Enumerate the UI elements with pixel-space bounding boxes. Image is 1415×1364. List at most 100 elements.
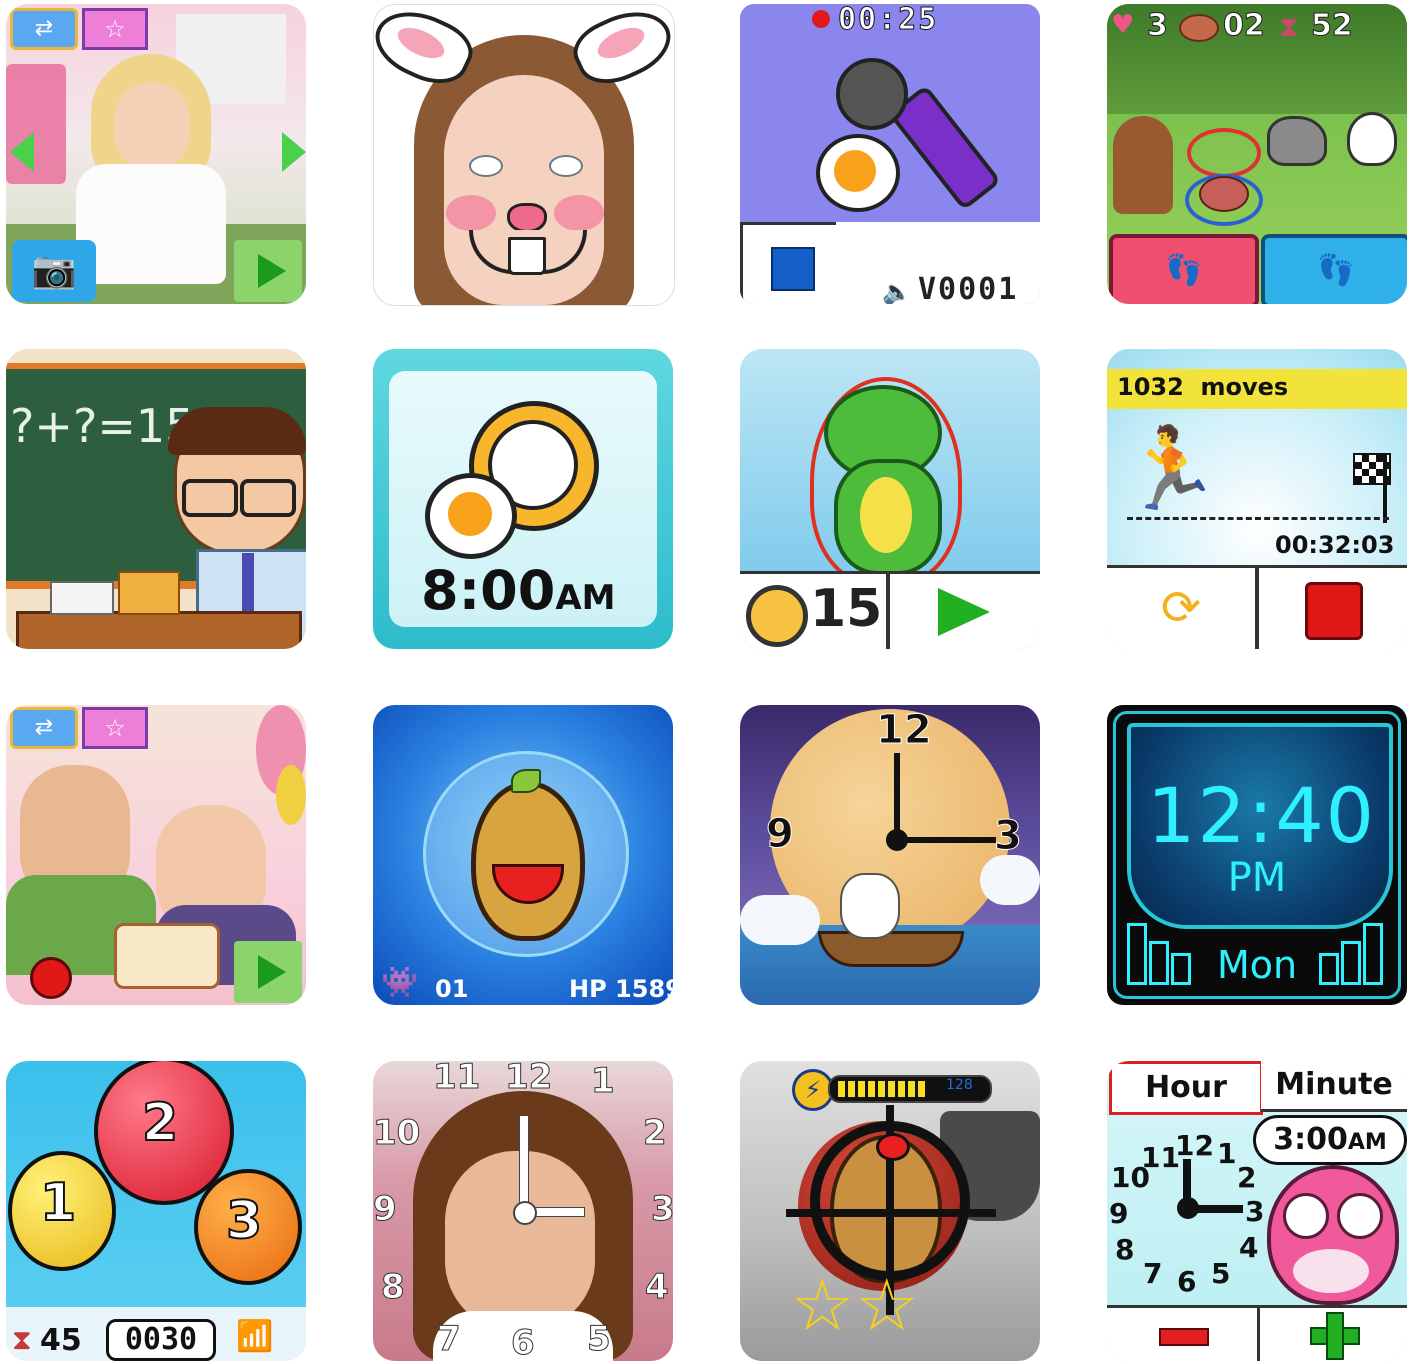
previous-arrow-icon[interactable] <box>10 132 34 172</box>
clock-center <box>886 829 908 851</box>
file-name-label: V0001 <box>918 272 1019 304</box>
plus-icon-vertical <box>1326 1312 1344 1360</box>
clock-number-12: 12 <box>876 707 933 754</box>
recording-timer: 00:25 <box>837 4 939 38</box>
balloon-game-tile[interactable]: 2 1 3 ⧗ 45 0030 📶 <box>6 1061 306 1361</box>
balloon-score: 0030 <box>106 1319 216 1361</box>
clock-number-1: 1 <box>591 1061 616 1102</box>
tab-minute[interactable]: Minute <box>1261 1061 1407 1112</box>
teacher-hair <box>168 407 306 455</box>
monster-game-tile[interactable]: 👾 01 HP 1589 <box>373 705 673 1005</box>
level-bar <box>1149 941 1169 985</box>
set-time-ampm: AM <box>1347 1130 1387 1155</box>
speaker-icon: 🔈 <box>882 278 912 304</box>
digital-clock-tile[interactable]: 12:40 PM Mon <box>1107 705 1407 1005</box>
face-effect-tile[interactable] <box>373 4 675 306</box>
bunny-nose <box>507 203 547 233</box>
birthday-cake <box>114 923 220 989</box>
clock-number-7: 7 <box>1143 1257 1163 1290</box>
jump-rope-tile[interactable]: 15 <box>740 349 1040 649</box>
stop-button[interactable] <box>740 222 842 304</box>
step-counter-tile[interactable]: 1032 moves 🏃 00:32:03 ⟳ <box>1107 349 1407 649</box>
clock-number-7: 7 <box>437 1319 462 1360</box>
crosshair-horizontal <box>786 1209 996 1217</box>
teacher-tie <box>242 553 254 613</box>
blush-left <box>446 195 496 231</box>
camera-shutter-icon[interactable]: 📷 <box>12 240 96 302</box>
owl-eye <box>1283 1193 1329 1239</box>
time-remaining: 52 <box>1311 8 1354 44</box>
jump-count: 15 <box>810 579 883 639</box>
run-timer: 00:32:03 <box>1275 531 1395 559</box>
eye-left <box>469 155 503 177</box>
flag-pole <box>1383 453 1387 523</box>
moves-label: moves <box>1200 373 1289 401</box>
meat-item <box>1199 176 1249 212</box>
clock-number-5: 5 <box>1211 1257 1231 1290</box>
level-bar <box>1363 923 1383 985</box>
moves-count: 1032 <box>1117 373 1184 401</box>
microphone-head <box>836 58 908 130</box>
play-button[interactable] <box>234 240 302 302</box>
increase-button[interactable] <box>1260 1308 1407 1361</box>
record-button[interactable] <box>30 957 72 999</box>
clock-center <box>1177 1197 1199 1219</box>
decrease-button[interactable] <box>1107 1308 1257 1361</box>
desk <box>16 611 302 649</box>
dinosaur-body <box>834 459 942 575</box>
restart-button[interactable]: ⟳ <box>1107 568 1255 649</box>
lives-count: 3 <box>1147 8 1169 44</box>
monster-count: 01 <box>435 975 469 1003</box>
camera-app-tile[interactable]: ⇄ ☆ 📷 <box>6 4 306 304</box>
speech-bubble <box>816 134 900 212</box>
swap-camera-icon[interactable]: ⇄ <box>10 8 78 50</box>
set-time-tile[interactable]: Hour Minute 3:00AM 10 11 12 1 2 9 3 8 4 … <box>1107 1061 1407 1361</box>
tab-hour[interactable]: Hour <box>1109 1061 1263 1115</box>
play-icon <box>258 955 286 989</box>
next-arrow-icon[interactable] <box>282 132 306 172</box>
digital-time: 12:40 <box>1147 771 1377 860</box>
star-effect-icon[interactable]: ☆ <box>82 8 148 50</box>
voice-recorder-tile[interactable]: 00:25 🔈 V0001 <box>740 4 1040 304</box>
book-stack <box>50 581 114 615</box>
photo-clock-face-tile[interactable]: 11 12 1 10 2 9 3 8 4 7 6 5 <box>373 1061 673 1361</box>
clock-number-9: 9 <box>766 811 795 858</box>
smiley-icon <box>448 492 492 536</box>
clock-number-10: 10 <box>373 1113 421 1154</box>
star-effect-icon[interactable]: ☆ <box>82 707 148 749</box>
clock-number-5: 5 <box>587 1319 612 1360</box>
stop-button[interactable] <box>1259 568 1407 649</box>
clock-number-9: 9 <box>373 1189 397 1230</box>
target-ring <box>1187 128 1261 178</box>
day-label: Mon <box>1216 943 1298 987</box>
record-dot-icon <box>812 10 830 28</box>
adventure-game-tile[interactable]: ♥ 3 02 ⧗ 52 👣 👣 <box>1107 4 1407 304</box>
rock-obstacle <box>1267 116 1327 166</box>
owl-character <box>1267 1165 1399 1305</box>
runner-icon: 🏃 <box>1121 422 1221 515</box>
right-foot-button[interactable]: 👣 <box>1261 234 1407 304</box>
clock-number-3: 3 <box>1245 1195 1265 1228</box>
cloud <box>740 895 820 945</box>
hp-label: HP <box>569 975 607 1003</box>
hp-value: 1589 <box>615 975 673 1003</box>
balloon-number-2: 2 <box>141 1092 179 1154</box>
heart-icon: ♥ <box>1111 10 1135 40</box>
ranking-icon[interactable]: 📶 <box>236 1319 302 1357</box>
hourglass-icon: ⧗ <box>1279 10 1299 43</box>
star-burst-icon: ☆☆ <box>790 1263 920 1347</box>
clock-number-8: 8 <box>381 1267 406 1308</box>
clock-number-12: 12 <box>1175 1129 1214 1162</box>
moon-clock-face-tile[interactable]: 12 3 9 <box>740 705 1040 1005</box>
math-game-tile[interactable]: ?+?=15 <box>6 349 306 649</box>
swap-camera-icon[interactable]: ⇄ <box>10 707 78 749</box>
smiley-icon <box>834 150 876 192</box>
left-foot-button[interactable]: 👣 <box>1109 234 1259 304</box>
tab-hour-label: Hour <box>1145 1070 1227 1105</box>
alarm-clock-tile[interactable]: 8:00AM <box>373 349 673 649</box>
monster-mouth <box>492 864 564 904</box>
play-button[interactable] <box>890 574 1040 649</box>
play-button[interactable] <box>234 941 302 1003</box>
ar-target-game-tile[interactable]: ☆☆ ⚡ 128 <box>740 1061 1040 1361</box>
photo-frame-tile[interactable]: ⇄ ☆ <box>6 705 306 1005</box>
